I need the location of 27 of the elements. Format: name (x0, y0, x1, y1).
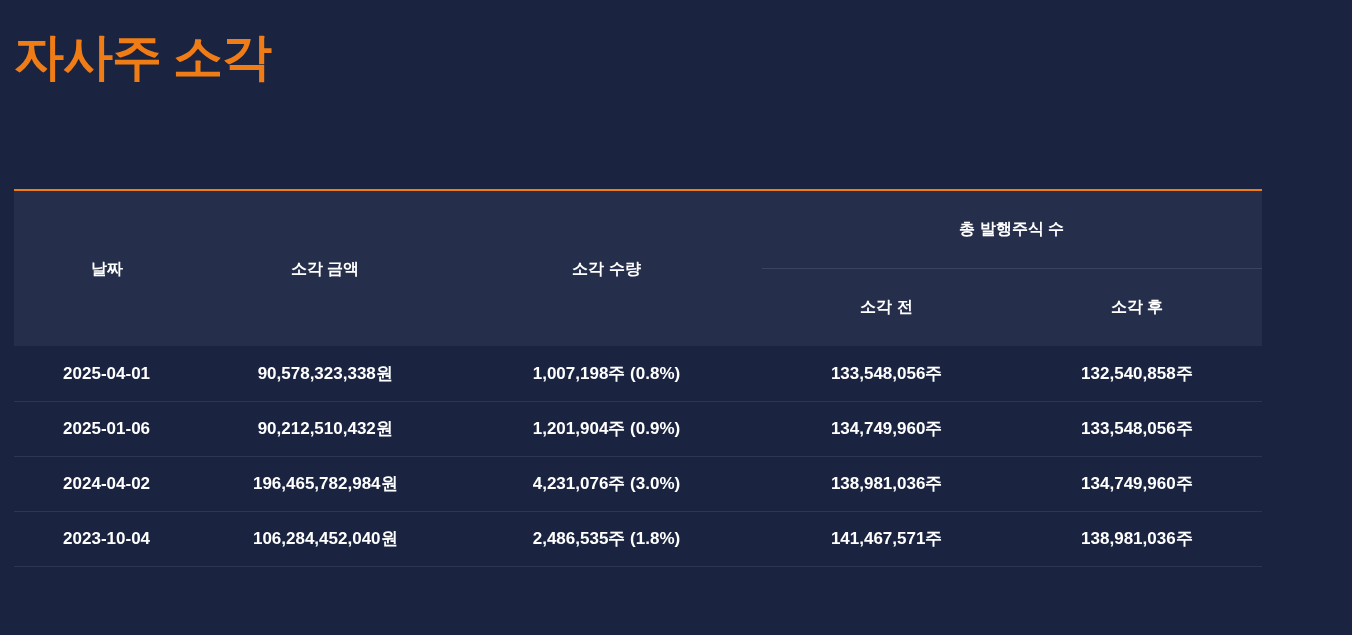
page-title: 자사주 소각 (14, 28, 271, 87)
table-cell: 2025-04-01 (63, 363, 151, 383)
table-cell: 133,548,056주 (830, 363, 943, 383)
table-cell: 132,540,858주 (1081, 363, 1193, 383)
table-cell: 138,981,036주 (830, 473, 943, 493)
table-cell: 2025-01-06 (63, 418, 151, 438)
column-header: 소각 후 (1110, 298, 1164, 316)
table-cell: 2,486,535주 (1.8%) (532, 528, 681, 548)
table-cell: 1,007,198주 (0.8%) (532, 363, 681, 383)
column-header: 소각 금액 (291, 259, 360, 277)
table-cell: 134,749,960주 (1081, 473, 1193, 493)
table-cell: 141,467,571주 (830, 528, 943, 548)
table-cell: 2024-04-02 (63, 473, 151, 493)
table-cell: 4,231,076주 (3.0%) (532, 473, 681, 493)
table-cell: 138,981,036주 (1081, 528, 1193, 548)
table-cell: 133,548,056주 (1081, 418, 1193, 438)
table-cell: 196,465,782,984원 (252, 473, 398, 493)
table-cell: 106,284,452,040원 (252, 528, 398, 548)
table-cell: 1,201,904주 (0.9%) (532, 418, 681, 438)
column-group-header: 총 발행주식 수 (959, 220, 1065, 238)
table-cell: 90,578,323,338원 (257, 363, 393, 383)
table-cell: 2023-10-04 (63, 528, 151, 548)
column-header: 소각 전 (860, 298, 913, 316)
column-header: 소각 수량 (572, 259, 641, 277)
table-cell: 134,749,960주 (830, 418, 943, 438)
table-cell: 90,212,510,432원 (257, 418, 393, 438)
column-header: 날짜 (90, 259, 123, 277)
